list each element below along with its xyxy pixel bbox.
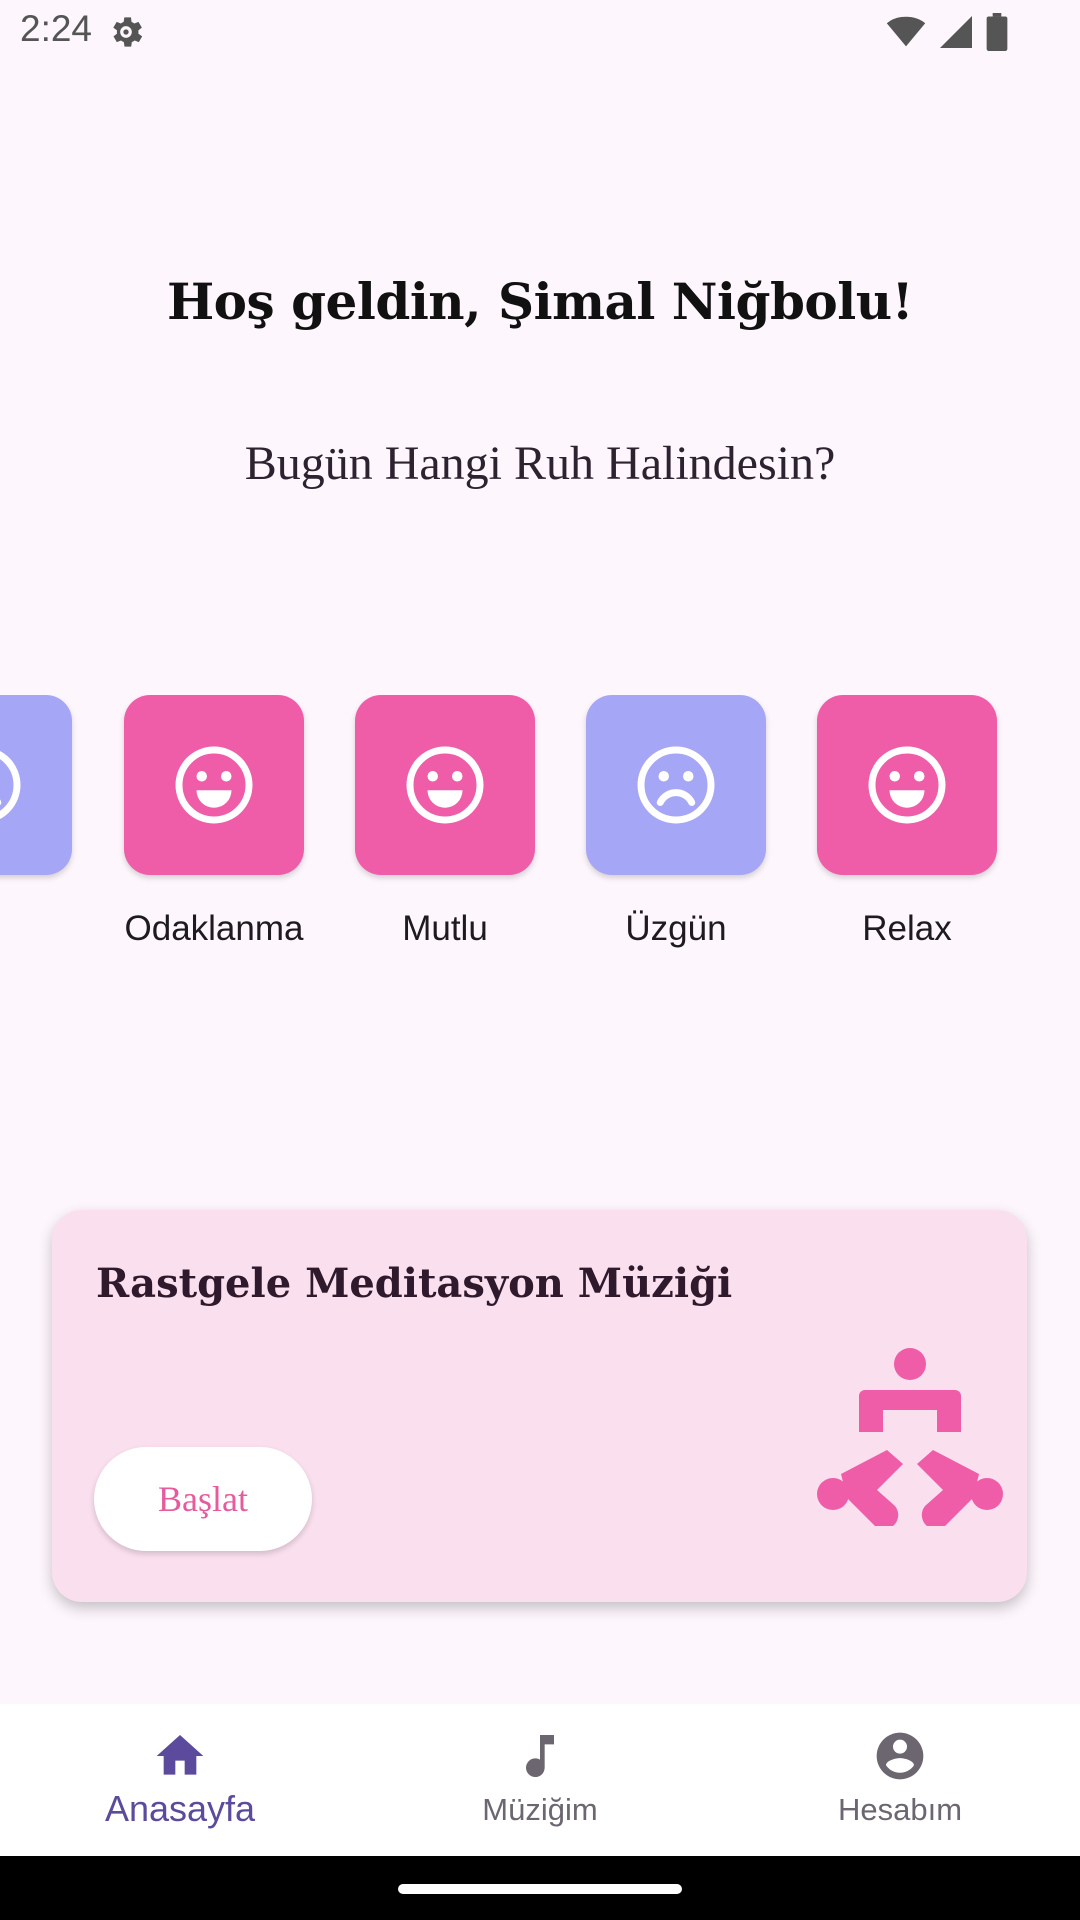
mood-item-partial[interactable]: sli (0, 695, 72, 965)
wifi-icon (886, 16, 926, 47)
mood-item-relax[interactable]: Relax (817, 695, 997, 965)
account-circle-icon (876, 1732, 924, 1780)
home-icon (156, 1735, 204, 1775)
group-meditation-icon (817, 1348, 1003, 1526)
happy-face-icon (868, 746, 946, 824)
nav-label: Hesabım (837, 1792, 963, 1827)
mood-tile[interactable] (355, 695, 535, 875)
mood-tile[interactable] (586, 695, 766, 875)
mood-tile[interactable] (124, 695, 304, 875)
meditation-card-title: Rastgele Meditasyon Müziği (96, 1260, 733, 1307)
sad-face-icon (0, 750, 21, 820)
mood-question: Bugün Hangi Ruh Halindesin? (244, 437, 836, 490)
nav-item-muzigim[interactable]: Müziğim (360, 1704, 720, 1856)
mood-tile[interactable] (817, 695, 997, 875)
mood-label: Odaklanma (124, 909, 304, 948)
sad-face-icon (637, 746, 715, 824)
music-note-icon (526, 1735, 554, 1778)
cell-signal-icon (940, 16, 972, 48)
nav-label: Anasayfa (104, 1788, 256, 1829)
start-button[interactable]: Başlat (94, 1447, 312, 1551)
mood-label: Mutlu (402, 909, 488, 948)
happy-face-icon (406, 746, 484, 824)
battery-icon (986, 13, 1008, 51)
settings-gear-icon (113, 17, 143, 47)
mood-label: Relax (862, 909, 952, 948)
mood-item-odaklanma[interactable]: Odaklanma (124, 695, 304, 965)
nav-item-hesabim[interactable]: Hesabım (720, 1704, 1080, 1856)
happy-face-icon (175, 746, 253, 824)
mood-item-uzgun[interactable]: Üzgün (586, 695, 766, 965)
random-meditation-card[interactable]: Rastgele Meditasyon Müziği Başlat (52, 1210, 1027, 1602)
mood-carousel[interactable]: sli Odaklanma Mutlu (0, 695, 1080, 985)
mood-item-mutlu[interactable]: Mutlu (355, 695, 535, 965)
nav-item-anasayfa[interactable]: Anasayfa (0, 1704, 360, 1856)
greeting-title: Hoş geldin, Şimal Niğbolu! (166, 272, 914, 331)
system-navigation-bar (0, 1856, 1080, 1920)
nav-label: Müziğim (482, 1792, 598, 1827)
status-time: 2:24 (20, 8, 93, 49)
home-gesture-handle[interactable] (398, 1884, 682, 1894)
mood-label: Üzgün (625, 909, 727, 948)
bottom-navigation: Anasayfa Müziğim Hesabım (0, 1704, 1080, 1856)
status-bar: 2:24 (0, 0, 1080, 64)
mood-tile[interactable] (0, 695, 72, 875)
